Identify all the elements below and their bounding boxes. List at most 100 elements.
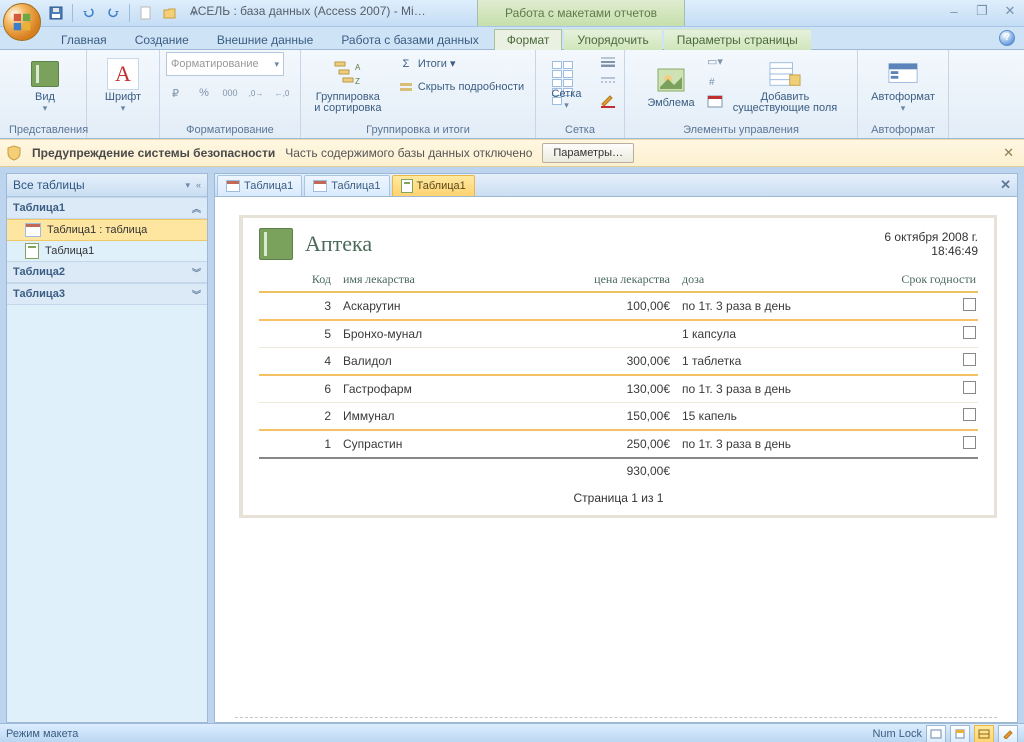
security-close-icon[interactable]: ✕ <box>1003 145 1014 161</box>
open-icon[interactable] <box>160 3 180 23</box>
print-preview-icon[interactable] <box>950 725 970 742</box>
expand-group-icon[interactable]: ︾ <box>192 288 201 301</box>
cell-price <box>538 320 672 348</box>
tab-home[interactable]: Главная <box>48 29 120 50</box>
decrease-decimal-icon[interactable]: ←,0 <box>270 82 294 104</box>
checkbox-icon[interactable] <box>963 298 976 311</box>
save-icon[interactable] <box>46 3 66 23</box>
title-control-icon[interactable]: ▭▾ <box>705 52 725 70</box>
table-row[interactable]: 6 Гастрофарм 130,00€ по 1т. 3 раза в ден… <box>259 375 978 403</box>
report-canvas[interactable]: Аптека 6 октября 2008 г. 18:46:49 Код им… <box>215 197 1017 722</box>
expand-group-icon[interactable]: ︾ <box>192 266 201 279</box>
group-views: Вид ▾ Представления <box>4 50 87 138</box>
percent-icon[interactable]: % <box>192 82 216 104</box>
doc-tab-label: Таблица1 <box>331 180 380 192</box>
date-time-icon[interactable] <box>705 92 725 110</box>
collapse-group-icon[interactable]: ︽ <box>192 202 201 215</box>
redo-icon[interactable] <box>103 3 123 23</box>
office-button[interactable] <box>3 3 41 41</box>
ribbon: Вид ▾ Представления A Шрифт ▾ Форматиров… <box>0 50 1024 139</box>
help-icon[interactable]: ? <box>999 30 1015 46</box>
logo-button[interactable]: Эмблема <box>641 52 701 120</box>
cell-code: 2 <box>259 403 333 431</box>
office-logo-icon <box>11 11 33 33</box>
autoformat-button[interactable]: Автоформат ▾ <box>866 52 940 120</box>
checkbox-icon[interactable] <box>963 353 976 366</box>
checkbox-icon[interactable] <box>963 381 976 394</box>
totals-label: Итоги ▾ <box>418 57 456 70</box>
view-label: Вид <box>35 92 55 103</box>
nav-group-header[interactable]: Таблица1 ︽ <box>7 197 207 219</box>
col-expiry[interactable]: Срок годности <box>864 268 978 292</box>
group-controls: Эмблема ▭▾ # Добавить существующие поля … <box>625 50 858 138</box>
nav-item-table[interactable]: Таблица1 : таблица <box>7 219 207 241</box>
sigma-icon: Σ <box>398 56 414 72</box>
nav-group-label: Таблица1 <box>13 202 65 214</box>
view-button[interactable]: Вид ▾ <box>13 52 77 120</box>
grouping-sort-button[interactable]: AZ Группировка и сортировка <box>307 52 389 120</box>
col-dose[interactable]: доза <box>672 268 864 292</box>
nav-item-report[interactable]: Таблица1 <box>7 241 207 261</box>
line-style-icon[interactable] <box>598 72 618 90</box>
line-width-icon[interactable] <box>598 52 618 70</box>
table-row[interactable]: 4 Валидол 300,00€ 1 таблетка <box>259 348 978 376</box>
tab-arrange[interactable]: Упорядочить <box>564 29 661 50</box>
grid-button[interactable]: Сетка ▾ <box>543 52 591 120</box>
collapse-pane-icon[interactable]: « <box>196 180 201 191</box>
currency-icon[interactable]: ₽ <box>166 82 190 104</box>
increase-decimal-icon[interactable]: ,0→ <box>244 82 268 104</box>
table-row[interactable]: 5 Бронхо-мунал 1 капсула <box>259 320 978 348</box>
nav-header[interactable]: Все таблицы ▾ « <box>7 174 207 197</box>
doc-tab[interactable]: Таблица1 <box>304 175 389 196</box>
nav-group-header[interactable]: Таблица3 ︾ <box>7 283 207 305</box>
table-row[interactable]: 3 Аскарутин 100,00€ по 1т. 3 раза в день <box>259 292 978 320</box>
page-number-icon[interactable]: # <box>705 72 725 90</box>
col-price[interactable]: цена лекарства <box>538 268 672 292</box>
report-pager[interactable]: Страница 1 из 1 <box>259 491 978 505</box>
close-button[interactable]: ✕ <box>1002 4 1018 18</box>
totals-button[interactable]: Σ Итоги ▾ <box>393 52 529 75</box>
svg-text:Z: Z <box>355 77 360 86</box>
new-doc-icon[interactable] <box>136 3 156 23</box>
add-fields-button[interactable]: Добавить существующие поля <box>729 52 841 120</box>
cell-dose: 1 капсула <box>672 320 864 348</box>
quick-access-toolbar: ▾ <box>46 3 204 23</box>
col-code[interactable]: Код <box>259 268 333 292</box>
tab-external-data[interactable]: Внешние данные <box>204 29 327 50</box>
security-options-button[interactable]: Параметры… <box>542 143 634 163</box>
report-view-icon[interactable] <box>926 725 946 742</box>
checkbox-icon[interactable] <box>963 436 976 449</box>
table-row[interactable]: 1 Супрастин 250,00€ по 1т. 3 раза в день <box>259 430 978 458</box>
undo-icon[interactable] <box>79 3 99 23</box>
autoformat-icon <box>887 58 919 90</box>
formatting-combo[interactable]: Форматирование ▾ <box>166 52 284 76</box>
contextual-tab-header: Работа с макетами отчетов <box>477 0 685 26</box>
font-button[interactable]: A Шрифт ▾ <box>96 52 150 120</box>
design-view-icon[interactable] <box>998 725 1018 742</box>
restore-button[interactable]: ❐ <box>974 4 990 18</box>
doc-tab-active[interactable]: Таблица1 <box>392 175 475 196</box>
minimize-button[interactable]: – <box>946 4 962 18</box>
layout-view-icon[interactable] <box>974 725 994 742</box>
nav-group-header[interactable]: Таблица2 ︾ <box>7 261 207 283</box>
total-value[interactable]: 930,00€ <box>538 458 672 483</box>
nav-item-label: Таблица1 : таблица <box>47 224 147 236</box>
close-document-icon[interactable]: ✕ <box>1000 177 1011 193</box>
tab-page-setup[interactable]: Параметры страницы <box>664 29 811 50</box>
pen-color-icon[interactable] <box>598 92 618 110</box>
thousands-icon[interactable]: 000 <box>218 82 242 104</box>
doc-tab[interactable]: Таблица1 <box>217 175 302 196</box>
report-icon <box>401 179 413 193</box>
report-datetime[interactable]: 6 октября 2008 г. 18:46:49 <box>884 230 978 258</box>
report-title[interactable]: Аптека <box>305 231 372 257</box>
hide-details-button[interactable]: Скрыть подробности <box>393 75 529 98</box>
tab-create[interactable]: Создание <box>122 29 202 50</box>
cell-dose: по 1т. 3 раза в день <box>672 430 864 458</box>
col-name[interactable]: имя лекарства <box>333 268 538 292</box>
tab-format[interactable]: Формат <box>494 29 563 50</box>
tab-db-tools[interactable]: Работа с базами данных <box>328 29 491 50</box>
checkbox-icon[interactable] <box>963 408 976 421</box>
chevron-down-icon[interactable]: ▾ <box>185 180 190 191</box>
checkbox-icon[interactable] <box>963 326 976 339</box>
table-row[interactable]: 2 Иммунал 150,00€ 15 капель <box>259 403 978 431</box>
